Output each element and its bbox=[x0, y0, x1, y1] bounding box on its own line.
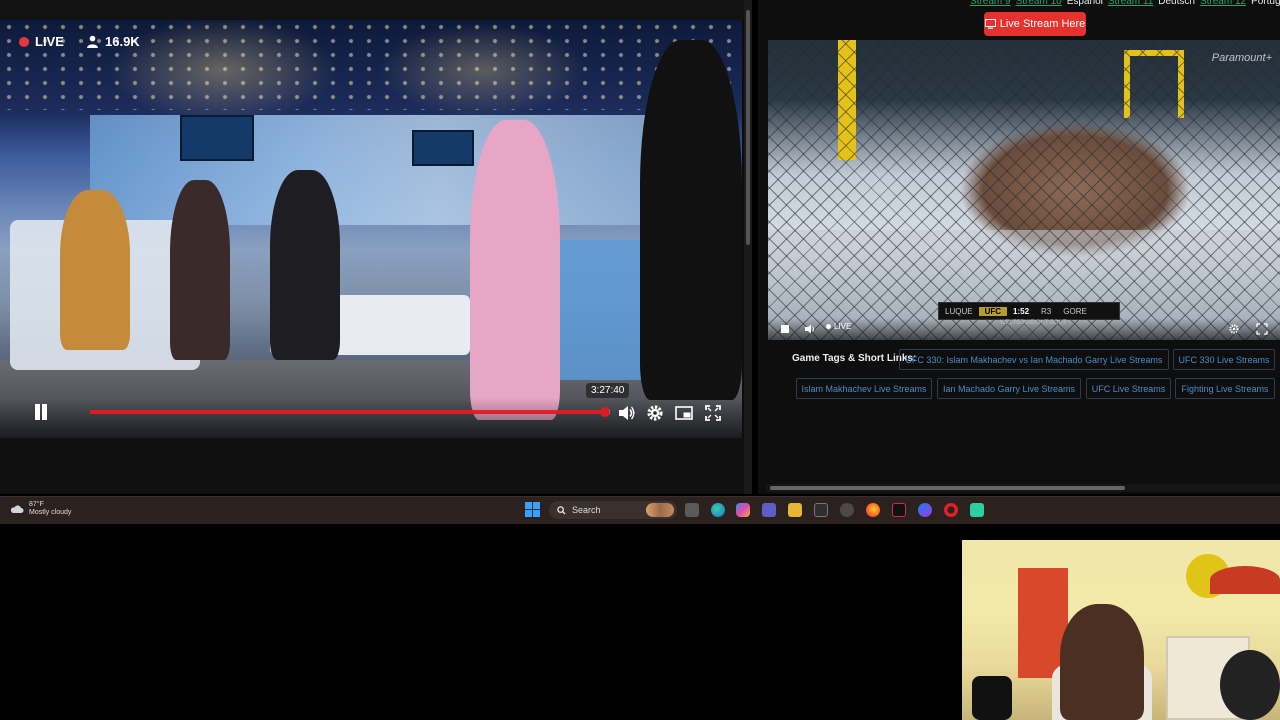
seek-bar[interactable] bbox=[90, 407, 610, 417]
stream-link[interactable]: Stream 11 bbox=[1108, 0, 1153, 7]
person-figure bbox=[170, 180, 230, 360]
file-explorer-icon[interactable] bbox=[788, 503, 802, 517]
picture-in-picture-icon[interactable] bbox=[674, 403, 694, 423]
language-label[interactable]: Português bbox=[1251, 0, 1280, 7]
stream-link[interactable]: Stream 12 bbox=[1200, 0, 1246, 7]
fight-clock: 1:52 bbox=[1013, 306, 1030, 316]
tag-link[interactable]: Fighting Live Streams bbox=[1175, 378, 1275, 399]
cloud-icon bbox=[10, 505, 24, 513]
live-stream-button[interactable]: Live Stream Here bbox=[984, 12, 1086, 36]
firefox-icon[interactable] bbox=[866, 503, 880, 517]
person-icon bbox=[87, 35, 98, 48]
tv-screen bbox=[412, 130, 474, 166]
person-figure bbox=[470, 120, 560, 420]
monitor-icon bbox=[984, 19, 996, 29]
stream-links-row: Stream 9 Stream 10 Español Stream 11 Deutsch… bbox=[970, 0, 1280, 7]
cage-fence bbox=[768, 40, 1280, 340]
live-stream-button-label: Live Stream Here bbox=[999, 18, 1086, 30]
weather-desc: Mostly cloudy bbox=[29, 509, 72, 516]
microphone bbox=[972, 676, 1012, 720]
right-live-label: LIVE bbox=[834, 322, 852, 331]
language-label[interactable]: Deutsch bbox=[1158, 0, 1195, 7]
live-label: LIVE bbox=[35, 34, 64, 49]
seek-thumb[interactable] bbox=[599, 407, 610, 417]
ufc-logo: UFC bbox=[978, 306, 1008, 316]
teams-icon[interactable] bbox=[762, 503, 776, 517]
volume-icon[interactable] bbox=[616, 403, 636, 423]
edge-icon[interactable] bbox=[711, 503, 725, 517]
seek-progress bbox=[90, 410, 605, 414]
round-indicator: R3 bbox=[1041, 306, 1052, 316]
scrollbar-thumb[interactable] bbox=[770, 486, 1125, 490]
scrollbar-thumb[interactable] bbox=[746, 10, 750, 245]
pause-button[interactable] bbox=[28, 402, 52, 424]
right-video-player[interactable]: Paramount+ LIVE LUQUE UFC 1:52 R3 GORE W… bbox=[768, 40, 1280, 340]
stop-icon[interactable] bbox=[780, 324, 790, 334]
live-badge: LIVE bbox=[19, 34, 64, 49]
left-fighter-name: LUQUE bbox=[945, 306, 973, 316]
viewer-count: 16.9K bbox=[86, 34, 140, 49]
viewer-count-value: 16.9K bbox=[105, 34, 140, 49]
left-video-player[interactable] bbox=[0, 20, 742, 438]
opera-icon[interactable] bbox=[944, 503, 958, 517]
tag-link[interactable]: Islam Makhachev Live Streams bbox=[796, 378, 932, 399]
settings-icon[interactable] bbox=[840, 503, 854, 517]
bout-subtitle: WELTERWEIGHT BOUT bbox=[1000, 320, 1067, 326]
tag-link[interactable]: UFC 330 Live Streams bbox=[1173, 349, 1275, 370]
page-content-area bbox=[0, 438, 752, 494]
weather-temp: 87°F bbox=[29, 501, 44, 508]
broadcaster-logo: Paramount+ bbox=[1211, 52, 1272, 64]
time-tooltip: 3:27:40 bbox=[586, 383, 630, 398]
settings-gear-icon[interactable] bbox=[645, 403, 665, 423]
live-dot-icon bbox=[826, 324, 831, 329]
scorebug: LUQUE UFC 1:52 R3 GORE bbox=[938, 302, 1120, 320]
search-highlight-icon bbox=[646, 503, 674, 517]
chair bbox=[1220, 650, 1280, 720]
tag-link[interactable]: UFC Live Streams bbox=[1086, 378, 1171, 399]
calculator-icon[interactable] bbox=[814, 503, 828, 517]
right-live-indicator: LIVE bbox=[826, 322, 851, 331]
task-view-icon[interactable] bbox=[685, 503, 699, 517]
tag-link[interactable]: Ian Machado Garry Live Streams bbox=[937, 378, 1081, 399]
stream-link[interactable]: Stream 10 bbox=[1016, 0, 1062, 7]
volume-icon[interactable] bbox=[804, 323, 816, 335]
pause-icon bbox=[42, 404, 47, 420]
person-figure bbox=[270, 170, 340, 360]
language-label[interactable]: Español bbox=[1067, 0, 1103, 7]
copilot-icon[interactable] bbox=[736, 503, 750, 517]
messenger-icon[interactable] bbox=[918, 503, 932, 517]
webcam-feed bbox=[962, 540, 1280, 720]
umbrella bbox=[1210, 566, 1280, 594]
tv-screen bbox=[180, 115, 254, 161]
app-icon[interactable] bbox=[970, 503, 984, 517]
search-label: Search bbox=[572, 505, 601, 515]
live-dot-icon bbox=[19, 36, 29, 47]
weather-widget[interactable]: 87°F Mostly cloudy bbox=[10, 501, 71, 517]
person-figure bbox=[640, 40, 742, 400]
fullscreen-icon[interactable] bbox=[703, 403, 723, 423]
windows-start-icon[interactable] bbox=[525, 502, 540, 517]
tag-link[interactable]: UFC 330: Islam Makhachev vs Ian Machado … bbox=[899, 349, 1169, 370]
page-top-band bbox=[0, 0, 744, 20]
stream-link[interactable]: Stream 9 bbox=[970, 0, 1011, 7]
streamer bbox=[1060, 604, 1144, 720]
settings-gear-icon[interactable] bbox=[1228, 323, 1240, 335]
fullscreen-icon[interactable] bbox=[1256, 323, 1268, 335]
tags-heading: Game Tags & Short Links: bbox=[792, 353, 917, 364]
taskbar-search[interactable]: Search bbox=[549, 501, 677, 519]
tiktok-icon[interactable] bbox=[892, 503, 906, 517]
pause-icon bbox=[35, 404, 40, 420]
person-figure bbox=[60, 190, 130, 350]
right-fighter-name: GORE bbox=[1063, 306, 1087, 316]
search-icon bbox=[557, 505, 566, 515]
